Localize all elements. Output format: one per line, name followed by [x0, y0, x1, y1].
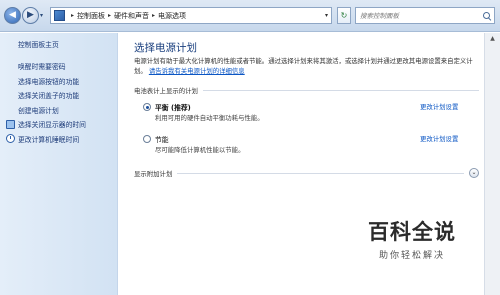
clock-icon [6, 134, 15, 144]
breadcrumb-control-panel[interactable]: 控制面板 [77, 11, 105, 21]
breadcrumb-separator-icon[interactable]: ▸ [108, 12, 111, 19]
sidebar-item-sleep-time[interactable]: 更改计算机睡眠时间 [0, 132, 118, 147]
expand-chevron-icon[interactable]: ⌄ [469, 168, 479, 178]
address-bar[interactable]: ▸ 控制面板 ▸ 硬件和声音 ▸ 电源选项 ▾ [50, 7, 332, 24]
breadcrumb-hardware-sound[interactable]: 硬件和声音 [114, 11, 149, 21]
group-divider [202, 90, 479, 91]
page-description: 电源计划有助于最大化计算机的性能或者节能。通过选择计划来将其激活，或选择计划并通… [134, 57, 479, 76]
refresh-button[interactable]: ↻ [337, 7, 351, 24]
sidebar-item-label: 选择电源按钮的功能 [18, 77, 80, 86]
breadcrumb-separator-icon[interactable]: ▸ [71, 12, 74, 19]
recent-pages-dropdown-icon[interactable]: ▾ [40, 12, 43, 19]
monitor-icon [6, 119, 15, 129]
watermark: 百科全说 助你轻松解决 [362, 220, 462, 261]
plan-description: 尽可能降低计算机性能以节能。 [155, 146, 245, 154]
more-divider [177, 172, 464, 174]
sidebar-item-label: 选择关闭显示器的时间 [18, 121, 86, 130]
sidebar-item-require-password[interactable]: 唤醒时需要密码 [0, 59, 118, 74]
forward-button[interactable]: ▶ [22, 7, 39, 24]
sidebar-task-list: 唤醒时需要密码 选择电源按钮的功能 选择关闭盖子的功能 创建电源计划 选择关闭显… [0, 59, 118, 146]
watermark-main-text: 百科全说 [368, 220, 456, 244]
search-input[interactable] [356, 8, 480, 23]
sidebar-item-label: 唤醒时需要密码 [18, 63, 66, 72]
plans-group-header: 电池表计上显示的计划 [134, 86, 479, 95]
sidebar-item-label: 选择关闭盖子的功能 [18, 92, 80, 101]
address-toolbar: ◀ ▶ ▾ ▸ 控制面板 ▸ 硬件和声音 ▸ 电源选项 ▾ ↻ [0, 0, 500, 32]
show-additional-plans-label[interactable]: 显示附加计划 [134, 169, 172, 178]
sidebar-home-link[interactable]: 控制面板主页 [18, 39, 59, 49]
plan-description: 利用可用的硬件自动平衡功耗与性能。 [155, 114, 264, 122]
change-plan-settings-link[interactable]: 更改计划设置 [420, 134, 458, 143]
change-plan-settings-link[interactable]: 更改计划设置 [420, 102, 458, 111]
refresh-icon: ↻ [340, 11, 348, 20]
watermark-sub-text: 助你轻松解决 [378, 251, 445, 261]
sidebar-item-label: 创建电源计划 [18, 106, 59, 115]
search-box[interactable] [355, 7, 495, 24]
breadcrumb-power-options[interactable]: 电源选项 [158, 11, 186, 21]
sidebar-item-power-button[interactable]: 选择电源按钮的功能 [0, 74, 118, 89]
vertical-scrollbar[interactable]: ▲ [484, 33, 500, 295]
forward-arrow-icon: ▶ [27, 10, 34, 20]
back-arrow-icon: ◀ [9, 10, 16, 20]
sidebar-item-lid-close[interactable]: 选择关闭盖子的功能 [0, 88, 118, 103]
scroll-up-arrow-icon[interactable]: ▲ [487, 35, 498, 45]
show-additional-plans-row[interactable]: 显示附加计划 ⌄ [134, 168, 479, 178]
plan-balanced-radio[interactable] [143, 103, 151, 111]
address-dropdown-icon[interactable]: ▾ [325, 12, 328, 19]
sidebar-item-label: 更改计算机睡眠时间 [18, 135, 80, 144]
search-icon[interactable] [482, 11, 492, 21]
breadcrumb-separator-icon[interactable]: ▸ [152, 12, 155, 19]
page-title: 选择电源计划 [134, 42, 197, 54]
plan-name[interactable]: 节能 [155, 134, 169, 144]
plan-power-saver-radio[interactable] [143, 135, 151, 143]
sidebar-item-display-off[interactable]: 选择关闭显示器的时间 [0, 117, 118, 132]
plan-name[interactable]: 平衡 (推荐) [155, 102, 191, 112]
power-plan-help-link[interactable]: 请告诉我有关电源计划的详细信息 [149, 67, 245, 75]
sidebar-item-create-plan[interactable]: 创建电源计划 [0, 103, 118, 118]
back-button[interactable]: ◀ [4, 7, 21, 24]
plans-group-label: 电池表计上显示的计划 [134, 87, 198, 95]
sidebar: 控制面板主页 唤醒时需要密码 选择电源按钮的功能 选择关闭盖子的功能 创建电源计… [0, 33, 118, 295]
control-panel-icon [54, 10, 65, 21]
